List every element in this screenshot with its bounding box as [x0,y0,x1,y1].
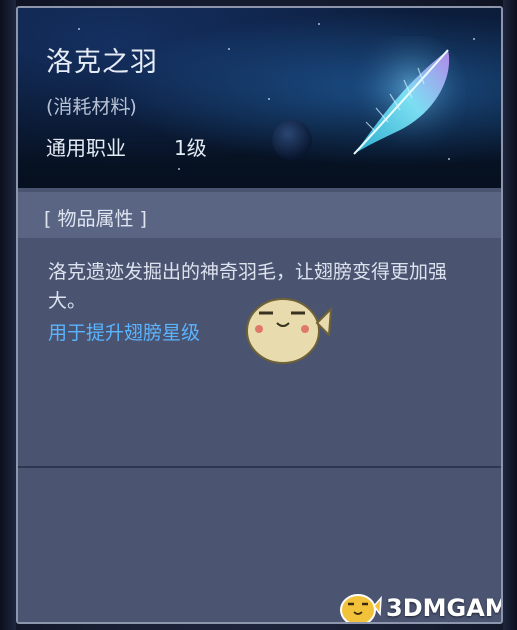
star-decoration [178,168,180,170]
item-class: 通用职业 [46,136,126,160]
background-ui-right [503,0,517,630]
mascot-logo-icon [340,594,382,622]
background-ui-left [0,0,16,630]
watermark-text: 3DMGAME [386,594,501,622]
watermark: 3DMGAME [336,588,501,622]
star-decoration [318,23,320,25]
mascot-sticker-icon [246,298,333,364]
item-level: 1级 [174,136,207,160]
item-usage: 用于提升翅膀星级 [48,322,201,344]
planet-decoration [272,120,312,160]
item-tooltip-panel: 洛克之羽 (消耗材料) 通用职业 1级 [物品属性] 洛克遗迹发掘出的神奇羽… [16,6,503,624]
star-decoration [473,38,475,40]
feather-icon [344,36,466,156]
game-ui-screen: 洛克之羽 (消耗材料) 通用职业 1级 [物品属性] 洛克遗迹发掘出的神奇羽… [0,0,517,630]
item-header: 洛克之羽 (消耗材料) 通用职业 1级 [18,8,501,188]
section-title: [ 物品属性 ] [44,208,147,230]
item-type: (消耗材料) [46,96,137,118]
star-decoration [78,28,80,30]
item-name: 洛克之羽 [46,47,158,78]
star-decoration [228,48,230,50]
star-decoration [268,98,270,100]
